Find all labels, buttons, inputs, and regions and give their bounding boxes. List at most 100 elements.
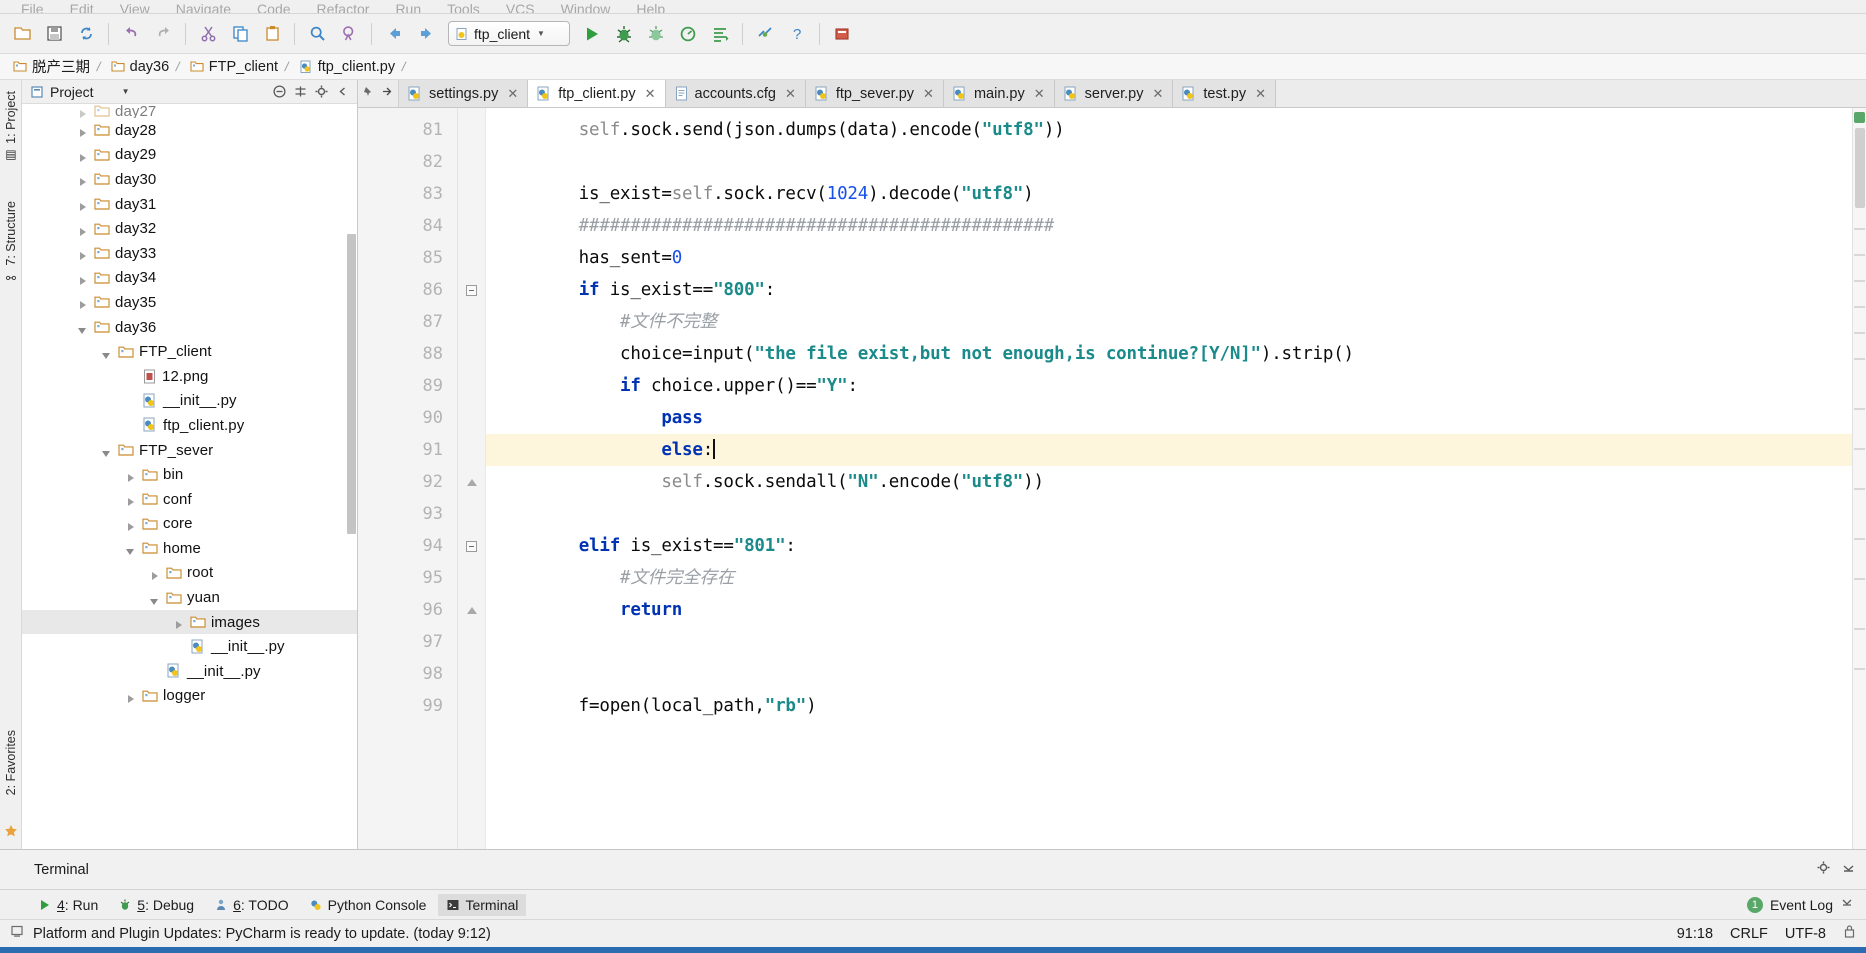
profile-icon[interactable] [673,19,703,49]
editor-tab-server-py[interactable]: server.py ✕ [1054,80,1174,107]
inspect-icon[interactable] [750,19,780,49]
run-icon[interactable] [577,19,607,49]
code-line[interactable]: else: [486,434,1852,466]
tree-expand-arrow-icon[interactable] [78,272,90,285]
tree-folder-row[interactable]: bin [22,462,357,487]
code-line[interactable] [486,146,1852,178]
tree-folder-row[interactable]: day33 [22,241,357,266]
code-line[interactable]: choice=input("the file exist,but not eno… [486,338,1852,370]
tree-collapse-arrow-icon[interactable] [102,444,114,458]
menu-item-tools[interactable]: Tools [434,1,493,13]
tree-folder-row[interactable]: home [22,536,357,561]
tool-window-button-pythonconsole[interactable]: Python Console [301,894,435,916]
open-folder-icon[interactable] [7,19,37,49]
menu-item-edit[interactable]: Edit [57,1,107,13]
menu-item-file[interactable]: File [8,1,57,13]
tree-expand-arrow-icon[interactable] [78,223,90,236]
code-text[interactable]: self.sock.send(json.dumps(data).encode("… [486,108,1852,849]
code-line[interactable]: if choice.upper()=="Y": [486,370,1852,402]
tree-file-row[interactable]: __init__.py [22,659,357,684]
undo-icon[interactable] [116,19,146,49]
fold-toggle[interactable] [458,466,485,498]
find-icon[interactable] [302,19,332,49]
fold-toggle[interactable] [458,530,485,562]
tree-folder-row[interactable]: day28 [22,118,357,143]
cut-icon[interactable] [193,19,223,49]
code-line[interactable] [486,498,1852,530]
paste-icon[interactable] [257,19,287,49]
redo-icon[interactable] [148,19,178,49]
fold-toggle[interactable] [458,594,485,626]
fold-toggle[interactable] [458,274,485,306]
close-icon[interactable]: ✕ [923,86,934,102]
tree-folder-row[interactable]: day36 [22,315,357,340]
tree-folder-row[interactable]: day29 [22,143,357,168]
breadcrumb-item-3[interactable]: ftp_client.py [296,59,398,75]
tree-folder-row[interactable]: FTP_client [22,339,357,364]
close-icon[interactable]: ✕ [785,86,796,102]
chevron-down-icon[interactable]: ▼ [122,87,130,96]
tree-expand-arrow-icon[interactable] [78,105,90,118]
code-line[interactable]: self.sock.sendall("N".encode("utf8")) [486,466,1852,498]
debug-icon[interactable] [609,19,639,49]
lock-icon[interactable] [1843,924,1856,943]
tree-expand-arrow-icon[interactable] [150,567,162,580]
sidebar-tab-favorites[interactable]: 2: Favorites [4,723,18,802]
tree-folder-row[interactable]: day31 [22,192,357,217]
hide-panel-icon[interactable] [333,83,351,101]
line-separator[interactable]: CRLF [1730,926,1768,942]
replace-icon[interactable] [334,19,364,49]
coverage-icon[interactable] [641,19,671,49]
close-icon[interactable]: ✕ [1255,86,1266,102]
console-icon[interactable] [705,19,735,49]
tree-folder-row[interactable]: day34 [22,266,357,291]
forward-icon[interactable] [411,19,441,49]
gear-icon[interactable] [312,83,330,101]
tool-window-button-todo[interactable]: 6: TODO [206,894,297,916]
tree-expand-arrow-icon[interactable] [126,469,138,482]
tree-folder-row[interactable]: conf [22,487,357,512]
menu-item-refactor[interactable]: Refactor [304,1,383,13]
menu-item-window[interactable]: Window [548,1,624,13]
tool-window-button-run[interactable]: 4: Run [30,894,106,916]
tree-collapse-arrow-icon[interactable] [150,592,162,605]
run-configuration-selector[interactable]: ftp_client ▼ [448,21,570,46]
editor-tab-ftp_client-py[interactable]: ftp_client.py ✕ [528,80,666,107]
pin-tab-icon[interactable] [362,85,375,103]
project-tree[interactable]: day27 day28 day29 day30 day31 day32 day33 day34… [22,104,357,849]
breadcrumb-item-1[interactable]: day36 [108,59,173,75]
menu-item-help[interactable]: Help [623,1,678,13]
tool-window-button-debug[interactable]: 5: Debug [110,894,202,916]
code-line[interactable]: elif is_exist=="801": [486,530,1852,562]
project-tree-scrollbar[interactable] [347,234,356,534]
code-line[interactable]: is_exist=self.sock.recv(1024).decode("ut… [486,178,1852,210]
editor-tab-settings-py[interactable]: settings.py ✕ [399,80,529,107]
tree-file-row[interactable]: ftp_client.py [22,413,357,438]
tree-expand-arrow-icon[interactable] [78,296,90,310]
gear-icon[interactable] [1816,860,1831,880]
event-log-group[interactable]: 1 Event Log [1746,895,1866,914]
hide-bar-icon[interactable] [1840,895,1854,914]
menu-item-navigate[interactable]: Navigate [163,1,244,13]
tree-expand-arrow-icon[interactable] [78,124,90,138]
tree-expand-arrow-icon[interactable] [78,173,90,187]
menu-item-vcs[interactable]: VCS [493,1,548,13]
breadcrumb-item-0[interactable]: 脱产三期 [10,56,93,77]
caret-position[interactable]: 91:18 [1677,926,1713,942]
tree-expand-arrow-icon[interactable] [78,247,90,261]
sync-icon[interactable] [71,19,101,49]
code-line[interactable]: #文件完全存在 [486,562,1852,594]
tree-collapse-arrow-icon[interactable] [102,346,114,359]
editor-scroll-thumb[interactable] [1855,128,1865,208]
help-icon[interactable]: ? [782,19,812,49]
tree-folder-row[interactable]: day35 [22,290,357,315]
editor-tab-main-py[interactable]: main.py ✕ [943,80,1055,107]
tree-collapse-arrow-icon[interactable] [78,321,90,335]
locate-icon[interactable] [291,83,309,101]
file-encoding[interactable]: UTF-8 [1785,926,1826,942]
status-message[interactable]: Platform and Plugin Updates: PyCharm is … [33,926,491,942]
menu-item-view[interactable]: View [107,1,163,13]
code-line[interactable] [486,626,1852,658]
copy-icon[interactable] [225,19,255,49]
minimize-icon[interactable] [1841,860,1856,880]
